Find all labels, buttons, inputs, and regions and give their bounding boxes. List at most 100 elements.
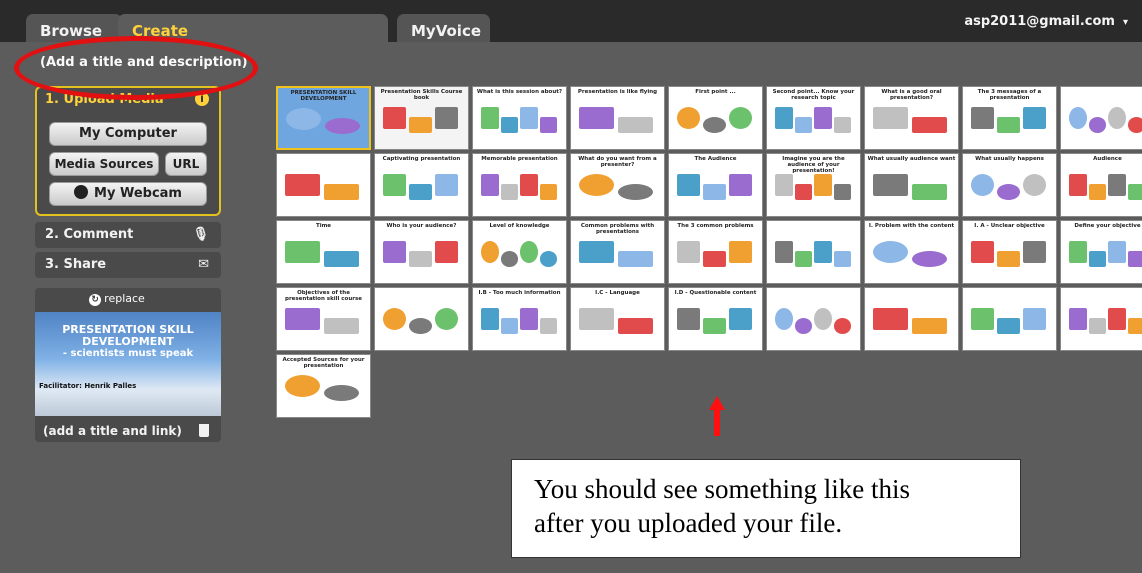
tab-myvoice[interactable]: MyVoice [397, 14, 490, 42]
slide-thumbnail[interactable]: Presentation is like flying [570, 86, 665, 150]
slide-thumbnail[interactable]: I. Problem with the content [864, 220, 959, 284]
slide-thumbnail[interactable] [276, 153, 371, 217]
slide-graphic [579, 308, 614, 330]
slide-graphic [677, 241, 701, 263]
slide-graphic [971, 174, 995, 196]
slide-thumbnail[interactable]: The 3 messages of a presentation [962, 86, 1057, 150]
slide-thumbnail[interactable]: The 3 common problems [668, 220, 763, 284]
slide-thumbnail[interactable]: Memorable presentation [472, 153, 567, 217]
slide-graphic [1108, 174, 1126, 196]
slide-graphic [618, 117, 653, 133]
slide-title: Captivating presentation [382, 156, 461, 162]
comment-step[interactable]: 2. Comment 🎙 [35, 222, 221, 248]
slide-graphic [539, 251, 557, 267]
slide-thumbnail[interactable]: I.B - Too much information [472, 287, 567, 351]
cover-title: PRESENTATION SKILL DEVELOPMENT [62, 323, 194, 348]
slide-graphic [520, 107, 538, 129]
slide-graphic [677, 174, 701, 196]
url-button[interactable]: URL [165, 152, 207, 176]
slide-graphic [833, 184, 851, 200]
slide-title: Who is your audience? [386, 223, 457, 229]
slide-graphic [324, 318, 359, 334]
slide-graphic [539, 318, 557, 334]
slide-graphic [285, 308, 320, 330]
slide-title: What is this session about? [476, 89, 563, 95]
slide-graphic [1069, 174, 1087, 196]
slide-thumbnail[interactable]: I.D - Questionable content [668, 287, 763, 351]
slide-graphic [324, 251, 359, 267]
slide-thumbnail[interactable] [374, 287, 469, 351]
slide-graphic [775, 241, 793, 263]
slide-thumbnail[interactable]: The Audience [668, 153, 763, 217]
slide-thumbnail[interactable]: Objectives of the presentation skill cou… [276, 287, 371, 351]
slide-graphic [1069, 241, 1087, 263]
slide-thumbnail[interactable] [766, 220, 861, 284]
slide-graphic [520, 241, 538, 263]
slide-thumbnail[interactable]: Presentation Skills Course book [374, 86, 469, 150]
trash-icon[interactable] [199, 424, 209, 437]
slide-thumbnail[interactable]: Audience [1060, 153, 1142, 217]
slide-thumbnail[interactable]: PRESENTATION SKILL DEVELOPMENT [276, 86, 371, 150]
slide-graphic [794, 318, 812, 334]
account-menu[interactable]: asp2011@gmail.com ▾ [964, 14, 1128, 29]
envelope-icon: ✉ [198, 257, 209, 272]
slide-thumbnail[interactable]: I. A - Unclear objective [962, 220, 1057, 284]
slide-graphic [833, 318, 851, 334]
slide-graphic [539, 117, 557, 133]
slide-thumbnail[interactable]: What usually audience want [864, 153, 959, 217]
slide-thumbnail[interactable] [766, 287, 861, 351]
slide-graphic [729, 107, 753, 129]
slide-graphic [539, 184, 557, 200]
slide-graphic [794, 184, 812, 200]
slide-thumbnail[interactable]: Define your objective [1060, 220, 1142, 284]
slide-title: What is a good oral presentation? [881, 89, 942, 101]
cover-facilitator: Facilitator: Henrik Palles [39, 382, 137, 390]
slide-thumbnail[interactable]: Common problems with presentations [570, 220, 665, 284]
webcam-label: My Webcam [94, 186, 182, 201]
slide-graphic [775, 308, 793, 330]
slide-thumbnail[interactable]: Time [276, 220, 371, 284]
slide-title: What do you want from a presenter? [578, 156, 657, 168]
slide-thumbnail[interactable]: Captivating presentation [374, 153, 469, 217]
slide-thumbnail[interactable]: What is a good oral presentation? [864, 86, 959, 150]
slide-graphic [729, 174, 753, 196]
slide-thumbnail[interactable] [962, 287, 1057, 351]
slide-graphic [873, 107, 908, 129]
media-sources-button[interactable]: Media Sources [49, 152, 159, 176]
my-webcam-button[interactable]: My Webcam [49, 182, 207, 206]
slide-thumbnail[interactable]: Imagine you are the audience of your pre… [766, 153, 861, 217]
slide-graphic [1127, 251, 1142, 267]
slide-graphic [794, 117, 812, 133]
slide-graphic [1108, 308, 1126, 330]
slide-thumbnail[interactable]: Who is your audience? [374, 220, 469, 284]
slide-title: The 3 messages of a presentation [977, 89, 1042, 101]
callout-line-2: after you uploaded your file. [534, 508, 843, 538]
slide-graphic [814, 241, 832, 263]
my-computer-button[interactable]: My Computer [49, 122, 207, 146]
share-step-label: 3. Share [45, 257, 107, 272]
slide-thumbnail[interactable]: Level of knowledge [472, 220, 567, 284]
slide-title: What usually audience want [867, 156, 956, 162]
slide-thumbnail[interactable] [864, 287, 959, 351]
slide-graphic [873, 241, 908, 263]
slide-title: Level of knowledge [489, 223, 550, 229]
slide-graphic [435, 241, 459, 263]
share-step[interactable]: 3. Share ✉ [35, 252, 221, 278]
slide-thumbnail[interactable]: First point ... [668, 86, 763, 150]
slide-graphic [435, 308, 459, 330]
slide-thumbnail[interactable]: Accepted Sources for your presentation [276, 354, 371, 418]
slide-graphic [500, 117, 518, 133]
slide-thumbnail[interactable] [1060, 287, 1142, 351]
slide-graphic [912, 318, 947, 334]
slide-title: Time [315, 223, 332, 229]
replace-button[interactable]: ↻ replace [77, 292, 157, 310]
slide-thumbnail[interactable]: I.C - Language [570, 287, 665, 351]
slide-thumbnail[interactable]: What do you want from a presenter? [570, 153, 665, 217]
slide-graphic [481, 308, 499, 330]
slide-thumbnail[interactable]: What usually happens [962, 153, 1057, 217]
slide-thumbnail[interactable] [1060, 86, 1142, 150]
slide-thumbnail[interactable]: What is this session about? [472, 86, 567, 150]
microphone-icon: 🎙 [192, 227, 209, 242]
add-title-link[interactable]: (add a title and link) [43, 424, 182, 438]
slide-thumbnail[interactable]: Second point... Know your research topic [766, 86, 861, 150]
